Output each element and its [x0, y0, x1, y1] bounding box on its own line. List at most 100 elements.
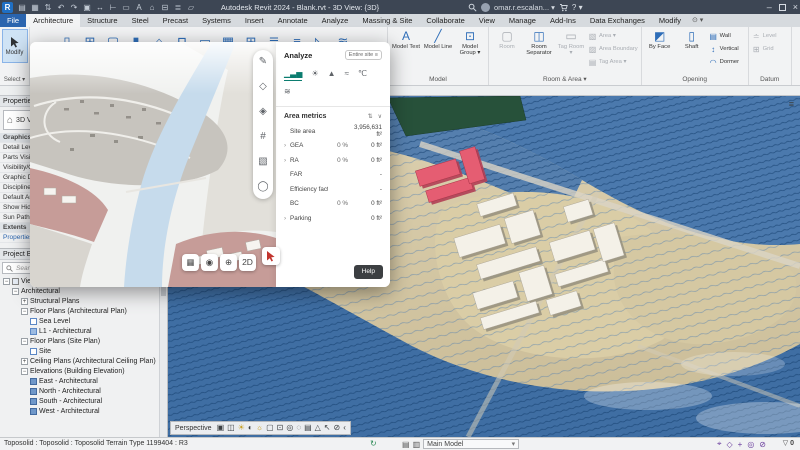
- scope-selector[interactable]: Entire site ≡: [345, 50, 382, 60]
- model-group-button[interactable]: ⊡Model Group ▾: [455, 28, 485, 57]
- tab-architecture[interactable]: Architecture: [26, 14, 80, 27]
- signed-in-user[interactable]: omar.r.escalan... ▾: [494, 3, 555, 12]
- collapse-icon[interactable]: −: [21, 308, 28, 315]
- redo-icon[interactable]: ↷: [68, 1, 80, 14]
- thin-lines-icon[interactable]: ≣: [172, 1, 184, 14]
- visibility-button[interactable]: ◉: [201, 254, 218, 271]
- design-options-icon[interactable]: ▥: [413, 440, 421, 449]
- render-icon[interactable]: ▣: [217, 422, 225, 434]
- print-icon[interactable]: ▣: [81, 1, 93, 14]
- cart-icon[interactable]: [559, 3, 568, 12]
- model-text-button[interactable]: AModel Text: [391, 28, 421, 50]
- temporary-view-properties-icon[interactable]: ▤: [304, 422, 312, 434]
- volume-icon[interactable]: ▧: [258, 157, 267, 167]
- forma-map-view[interactable]: [30, 42, 276, 287]
- massing-icon[interactable]: ◇: [259, 82, 267, 92]
- layers-button[interactable]: ▦: [182, 254, 199, 271]
- status-sync-icon[interactable]: ↻: [370, 438, 377, 450]
- maximize-button[interactable]: [779, 4, 786, 11]
- undo-icon[interactable]: ↶: [55, 1, 67, 14]
- panel-label-opening[interactable]: Opening: [642, 74, 748, 85]
- temporary-hide-isolate-icon[interactable]: ◎: [286, 422, 293, 434]
- collapse-icon[interactable]: −: [21, 368, 28, 375]
- metric-row-bc[interactable]: BC0 %0 ft²: [284, 197, 382, 212]
- search-icon[interactable]: [468, 3, 477, 12]
- open-icon[interactable]: ▤: [16, 1, 28, 14]
- section-icon[interactable]: ⊟: [159, 1, 171, 14]
- measure-icon[interactable]: ↔: [94, 1, 106, 14]
- close-button[interactable]: ×: [793, 0, 798, 14]
- tab-view[interactable]: View: [472, 14, 502, 27]
- dormer-button[interactable]: ◠Dormer: [709, 56, 745, 68]
- wind-icon[interactable]: ≋: [284, 87, 291, 98]
- tab-analyze[interactable]: Analyze: [315, 14, 356, 27]
- collapse-icon[interactable]: −: [21, 338, 28, 345]
- tree-item-site[interactable]: Site: [0, 346, 167, 356]
- tree-item-floor-plans-architectural-plan[interactable]: −Floor Plans (Architectural Plan): [0, 306, 167, 316]
- lighting-icon[interactable]: ☼: [256, 422, 263, 434]
- tree-item-l1-architectural[interactable]: L1 - Architectural: [0, 326, 167, 336]
- expand-icon[interactable]: +: [21, 358, 28, 365]
- design-options-select[interactable]: Main Model▾: [423, 439, 519, 449]
- select-cursor-button[interactable]: [262, 247, 280, 265]
- metric-row-gea[interactable]: ›GEA0 %0 ft²: [284, 139, 382, 154]
- filter-icon[interactable]: ▽ 0: [783, 438, 794, 450]
- wall-button[interactable]: ▤Wall: [709, 30, 745, 42]
- vertex-edit-icon[interactable]: ◈: [259, 107, 267, 117]
- tab-modify[interactable]: Modify: [652, 14, 688, 27]
- tree-item-architectural[interactable]: −Architectural: [0, 286, 167, 296]
- select-pinned-icon[interactable]: +: [738, 440, 743, 449]
- highlight-displacement-icon[interactable]: ↖: [324, 422, 331, 434]
- tree-item-south-architectural[interactable]: South - Architectural: [0, 396, 167, 406]
- panel-label-datum[interactable]: Datum: [749, 74, 791, 85]
- show-crop-icon[interactable]: ⊡: [277, 422, 284, 434]
- draw-icon[interactable]: ✎: [259, 57, 267, 67]
- noise-icon[interactable]: ≈: [345, 69, 349, 81]
- metric-row-ra[interactable]: ›RA0 %0 ft²: [284, 153, 382, 168]
- tab-structure[interactable]: Structure: [80, 14, 124, 27]
- worksets-icon[interactable]: ▤: [402, 440, 410, 449]
- metric-row-far[interactable]: FAR-: [284, 168, 382, 183]
- tree-item-floor-plans-site-plan[interactable]: −Floor Plans (Site Plan): [0, 336, 167, 346]
- tab-precast[interactable]: Precast: [156, 14, 195, 27]
- shaft-button[interactable]: ▯Shaft: [677, 28, 707, 50]
- minimize-button[interactable]: –: [767, 0, 772, 14]
- expand-icon[interactable]: +: [21, 298, 28, 305]
- drag-on-selection-icon[interactable]: ⊘: [759, 440, 766, 449]
- sun-hours-icon[interactable]: ☀: [311, 69, 318, 81]
- tree-item-west-architectural[interactable]: West - Architectural: [0, 406, 167, 416]
- collapse-icon[interactable]: −: [3, 278, 10, 285]
- select-underlay-icon[interactable]: ◇: [726, 440, 732, 449]
- text-icon[interactable]: A: [133, 1, 145, 14]
- metric-row-site-area[interactable]: Site area3,956,631 ft²: [284, 124, 382, 139]
- tab-steel[interactable]: Steel: [125, 14, 156, 27]
- set-button[interactable]: ▦Set ▾: [795, 28, 800, 50]
- tab-manage[interactable]: Manage: [502, 14, 543, 27]
- metric-row-efficiency-factor[interactable]: Efficiency factor-: [284, 182, 382, 197]
- reveal-constraints-icon[interactable]: ⊘: [334, 422, 341, 434]
- metrics-collapse-icon[interactable]: ∨: [378, 113, 382, 120]
- 2d-toggle-button[interactable]: 2D: [239, 254, 256, 271]
- help-button[interactable]: Help: [354, 265, 383, 279]
- tree-item-east-architectural[interactable]: East - Architectural: [0, 376, 167, 386]
- revit-logo-icon[interactable]: R: [2, 2, 13, 13]
- panel-label-model[interactable]: Model: [388, 74, 488, 85]
- sync-icon[interactable]: ⇅: [42, 1, 54, 14]
- metrics-sort-icon[interactable]: ⇅: [368, 113, 373, 120]
- tab-collaborate[interactable]: Collaborate: [419, 14, 471, 27]
- panel-label-room-area[interactable]: Room & Area ▾: [489, 74, 641, 85]
- visual-style-icon[interactable]: ◫: [227, 422, 235, 434]
- navigation-bar-handle[interactable]: ≡: [789, 100, 794, 109]
- reveal-hidden-elements-icon[interactable]: ◌: [296, 422, 301, 434]
- temperature-icon[interactable]: ℃: [358, 69, 367, 81]
- modify-button[interactable]: Modify: [2, 29, 28, 63]
- plan-grid-icon[interactable]: #: [260, 132, 266, 142]
- ribbon-display-toggle[interactable]: ⊙ ▾: [688, 14, 703, 27]
- vertical-button[interactable]: ↕Vertical: [709, 43, 745, 55]
- radius-icon[interactable]: ◯: [257, 182, 268, 192]
- tab-file[interactable]: File: [0, 14, 26, 27]
- model-line-button[interactable]: ╱Model Line: [423, 28, 453, 50]
- tab-systems[interactable]: Systems: [195, 14, 238, 27]
- help-menu[interactable]: ? ▾: [572, 3, 583, 12]
- tab-data-exchanges[interactable]: Data Exchanges: [583, 14, 652, 27]
